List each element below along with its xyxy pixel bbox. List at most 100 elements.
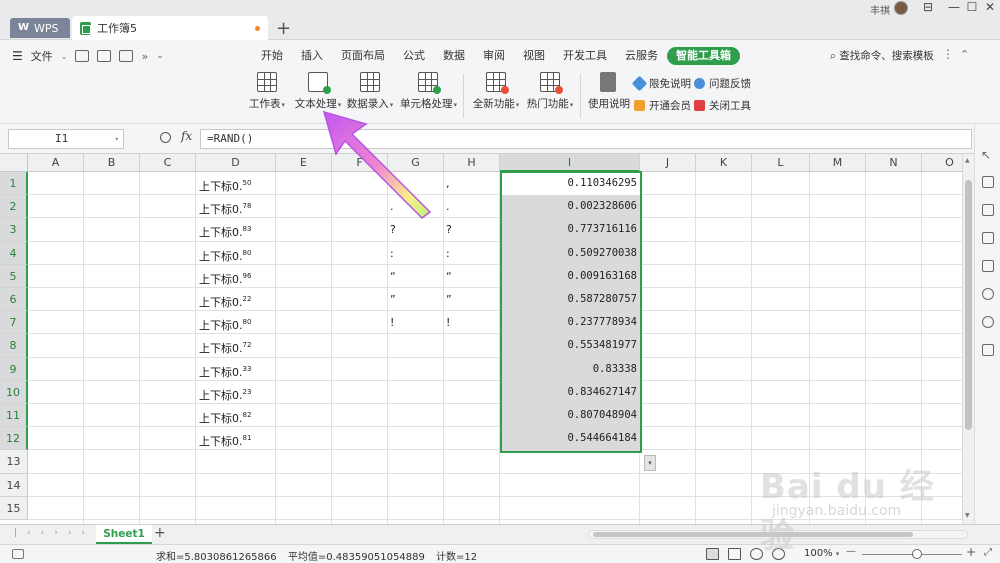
column-header-m[interactable]: M bbox=[810, 154, 866, 172]
page-layout-view-icon[interactable] bbox=[728, 548, 741, 560]
vertical-scroll-thumb[interactable] bbox=[965, 180, 972, 430]
cell-d3[interactable]: 上下标0.83 bbox=[196, 218, 276, 241]
vertical-scrollbar[interactable]: ▲ ▼ bbox=[962, 154, 974, 524]
scroll-up-icon[interactable]: ▲ bbox=[965, 157, 970, 164]
cell-i7[interactable]: 0.237778934 bbox=[500, 311, 640, 334]
quick-analysis-button[interactable]: ▾ bbox=[644, 455, 656, 471]
user-name[interactable]: 丰祺 bbox=[870, 2, 890, 17]
cell-i1[interactable]: 0.110346295 bbox=[500, 172, 640, 195]
save-icon[interactable] bbox=[97, 50, 112, 62]
sheet-nav-arrows-icon[interactable]: |‹‹›››| bbox=[14, 528, 108, 538]
cell-i12[interactable]: 0.544664184 bbox=[500, 427, 640, 450]
feedback-link[interactable]: 问题反馈 bbox=[694, 76, 751, 91]
cell-h3[interactable]: ? bbox=[444, 218, 500, 241]
help-icon[interactable] bbox=[982, 316, 994, 328]
tab-formulas[interactable]: 公式 bbox=[394, 47, 434, 65]
cell-d8[interactable]: 上下标0.72 bbox=[196, 334, 276, 357]
cell-i6[interactable]: 0.587280757 bbox=[500, 288, 640, 311]
cell-g1[interactable]: , bbox=[388, 172, 444, 195]
document-tab[interactable]: 工作簿5 bbox=[72, 16, 268, 40]
scroll-down-icon[interactable]: ▼ bbox=[965, 512, 970, 519]
cell-i4[interactable]: 0.509270038 bbox=[500, 242, 640, 265]
row-header-13[interactable]: 13 bbox=[0, 450, 28, 474]
column-header-a[interactable]: A bbox=[28, 154, 84, 172]
cell-i11[interactable]: 0.807048904 bbox=[500, 404, 640, 427]
free-trial-link[interactable]: 限免说明 bbox=[631, 75, 691, 92]
open-folder-icon[interactable] bbox=[75, 50, 90, 62]
row-header-15[interactable]: 15 bbox=[0, 496, 28, 520]
cell-i9[interactable]: 0.83338 bbox=[500, 358, 640, 381]
cell-d2[interactable]: 上下标0.78 bbox=[196, 195, 276, 218]
normal-view-icon[interactable] bbox=[706, 548, 719, 560]
column-header-d[interactable]: D bbox=[196, 154, 276, 172]
column-header-c[interactable]: C bbox=[140, 154, 196, 172]
page-break-view-icon[interactable] bbox=[750, 548, 763, 560]
shapes-icon[interactable] bbox=[982, 176, 994, 188]
cell-i8[interactable]: 0.553481977 bbox=[500, 334, 640, 357]
row-header-3[interactable]: 3 bbox=[0, 218, 28, 242]
tab-view[interactable]: 视图 bbox=[514, 47, 554, 65]
zoom-in-button[interactable]: + bbox=[966, 545, 976, 559]
close-button[interactable]: ✕ bbox=[980, 0, 1000, 14]
column-header-i[interactable]: I bbox=[500, 154, 640, 172]
horizontal-scroll-thumb[interactable] bbox=[593, 532, 913, 537]
tab-developer[interactable]: 开发工具 bbox=[554, 47, 616, 65]
data-entry-button[interactable]: 数据录入▾ bbox=[346, 72, 394, 111]
cell-d1[interactable]: 上下标0.50 bbox=[196, 172, 276, 195]
more-icon[interactable]: » bbox=[141, 50, 148, 63]
row-header-14[interactable]: 14 bbox=[0, 473, 28, 497]
row-header-4[interactable]: 4 bbox=[0, 241, 28, 265]
tab-home[interactable]: 开始 bbox=[252, 47, 292, 65]
cell-h6[interactable]: ” bbox=[444, 288, 500, 311]
horizontal-scrollbar[interactable] bbox=[588, 530, 968, 539]
properties-icon[interactable] bbox=[982, 204, 994, 216]
eye-protection-icon[interactable] bbox=[772, 548, 785, 560]
column-header-l[interactable]: L bbox=[752, 154, 810, 172]
row-header-1[interactable]: 1 bbox=[0, 172, 28, 196]
cell-d7[interactable]: 上下标0.80 bbox=[196, 311, 276, 334]
instructions-button[interactable]: 使用说明 bbox=[588, 72, 630, 111]
cell-d4[interactable]: 上下标0.80 bbox=[196, 242, 276, 265]
cell-g6[interactable]: ” bbox=[388, 288, 444, 311]
cell-g7[interactable]: ! bbox=[388, 311, 444, 334]
archive-icon[interactable] bbox=[982, 260, 994, 272]
chevron-down-icon[interactable]: ▾ bbox=[115, 130, 119, 148]
column-header-b[interactable]: B bbox=[84, 154, 140, 172]
wps-home-tab[interactable]: W WPS bbox=[10, 18, 70, 38]
tab-cloud[interactable]: 云服务 bbox=[616, 47, 667, 65]
cell-d10[interactable]: 上下标0.23 bbox=[196, 381, 276, 404]
sheet-tab-sheet1[interactable]: Sheet1 bbox=[96, 525, 152, 544]
formula-input[interactable]: =RAND() bbox=[200, 129, 972, 149]
cell-i5[interactable]: 0.009163168 bbox=[500, 265, 640, 288]
tab-insert[interactable]: 插入 bbox=[292, 47, 332, 65]
tab-review[interactable]: 审阅 bbox=[474, 47, 514, 65]
row-header-11[interactable]: 11 bbox=[0, 404, 28, 428]
column-header-o[interactable]: O bbox=[922, 154, 962, 172]
column-header-g[interactable]: G bbox=[388, 154, 444, 172]
row-header-8[interactable]: 8 bbox=[0, 334, 28, 358]
row-header-6[interactable]: 6 bbox=[0, 288, 28, 312]
zoom-out-button[interactable]: — bbox=[846, 546, 856, 557]
column-header-n[interactable]: N bbox=[866, 154, 922, 172]
macro-record-icon[interactable] bbox=[12, 549, 24, 559]
row-header-5[interactable]: 5 bbox=[0, 264, 28, 288]
cell-d5[interactable]: 上下标0.96 bbox=[196, 265, 276, 288]
fullscreen-icon[interactable]: ⤢ bbox=[984, 547, 992, 558]
command-search[interactable]: ⌕ 查找命令、搜索模板 bbox=[830, 48, 934, 63]
cursor-select-icon[interactable]: ↖ bbox=[981, 148, 993, 162]
cell-g3[interactable]: ? bbox=[388, 218, 444, 241]
filter-icon[interactable] bbox=[982, 232, 994, 244]
cell-d11[interactable]: 上下标0.82 bbox=[196, 404, 276, 427]
restore-panel-icon[interactable]: ⊟ bbox=[918, 0, 938, 14]
cell-h7[interactable]: ! bbox=[444, 311, 500, 334]
select-all-corner[interactable] bbox=[0, 154, 28, 172]
print-icon[interactable] bbox=[119, 50, 134, 62]
zoom-level[interactable]: 100% ▾ bbox=[804, 548, 839, 559]
column-header-f[interactable]: F bbox=[332, 154, 388, 172]
popular-features-button[interactable]: 热门功能▾ bbox=[526, 72, 574, 111]
cell-i2[interactable]: 0.002328606 bbox=[500, 195, 640, 218]
hamburger-icon[interactable]: ☰ bbox=[12, 49, 23, 63]
column-header-k[interactable]: K bbox=[696, 154, 752, 172]
column-header-h[interactable]: H bbox=[444, 154, 500, 172]
cell-d6[interactable]: 上下标0.22 bbox=[196, 288, 276, 311]
